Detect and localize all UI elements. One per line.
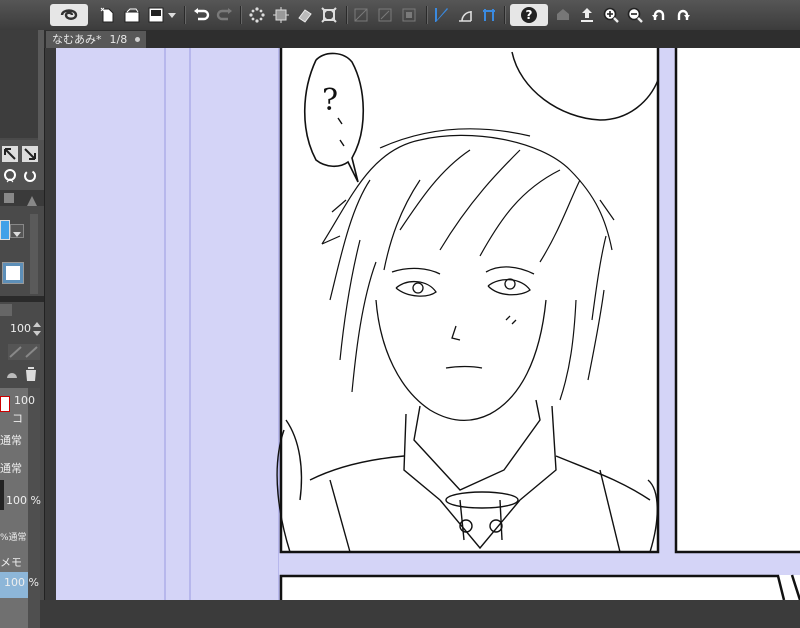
document-title: なむあみ* — [52, 33, 102, 46]
redo-icon[interactable] — [214, 4, 236, 26]
layer-toggle-buttons[interactable] — [8, 344, 40, 360]
panel-tab-triangle-icon[interactable] — [26, 192, 38, 206]
rotate-right-icon[interactable] — [672, 4, 694, 26]
panel-divider — [0, 296, 44, 302]
share-icon[interactable] — [552, 4, 574, 26]
help-icon[interactable]: ? — [510, 4, 548, 26]
snap-grid-icon[interactable] — [478, 4, 500, 26]
page-indicator: 1/8 — [109, 33, 128, 46]
layer-thumb — [0, 480, 4, 510]
left-panel: 100 100 コ 通常 通常 100 % %通常 メモ 100 % — [0, 30, 44, 628]
trash-icon[interactable] — [24, 366, 38, 382]
snap-special-ruler-icon[interactable] — [454, 4, 476, 26]
layer-panel-tab[interactable] — [0, 304, 12, 316]
main-color-box[interactable] — [2, 262, 24, 284]
open-folder-icon[interactable] — [120, 4, 144, 26]
layer-opacity: 100 % — [6, 494, 41, 507]
blend-mode: 通常 — [0, 434, 22, 447]
tool-transform-icon[interactable] — [2, 146, 18, 162]
panel-tab-icon[interactable] — [4, 193, 14, 203]
zoom-out-icon[interactable] — [624, 4, 646, 26]
layer-scrollbar[interactable] — [28, 388, 40, 628]
tool-scale-icon[interactable] — [22, 146, 38, 162]
rotate-left-icon[interactable] — [648, 4, 670, 26]
canvas-area[interactable]: ? — [56, 48, 800, 600]
opacity-stepper[interactable] — [32, 320, 42, 338]
tool-buttons — [0, 140, 44, 190]
tool-reset-icon[interactable] — [22, 168, 38, 184]
navigator-panel — [0, 30, 38, 138]
zoom-in-icon[interactable] — [600, 4, 622, 26]
command-bar: ? — [0, 0, 800, 31]
transform-icon[interactable] — [270, 4, 292, 26]
layer-name: コ — [12, 412, 23, 425]
invert-selection-icon[interactable] — [398, 4, 420, 26]
layer-mask-icon[interactable] — [0, 396, 10, 412]
blend-mode: 通常 — [0, 462, 22, 475]
selection-sparkle-icon[interactable] — [246, 4, 268, 26]
tool-rotate-icon[interactable] — [2, 168, 18, 184]
layer-opacity: 100 — [14, 394, 35, 407]
clear-selection-icon[interactable] — [350, 4, 372, 26]
dropdown-button[interactable] — [10, 224, 24, 238]
property-scrollbar[interactable] — [30, 214, 38, 294]
svg-text:?: ? — [526, 8, 533, 22]
color-swatch[interactable] — [0, 220, 10, 240]
blend-mode: %通常 — [0, 533, 27, 543]
fill-selection-icon[interactable] — [294, 4, 316, 26]
export-icon[interactable] — [576, 4, 598, 26]
layer-opacity: 100 % — [4, 576, 39, 589]
document-tab-bar: なむあみ* 1/8 — [44, 30, 800, 48]
document-tab[interactable]: なむあみ* 1/8 — [46, 31, 146, 48]
app-logo-icon[interactable] — [50, 4, 88, 26]
undo-icon[interactable] — [190, 4, 212, 26]
speech-text: ? — [322, 83, 338, 118]
snap-ruler-icon[interactable] — [430, 4, 452, 26]
crop-icon[interactable] — [374, 4, 396, 26]
manga-page: ? — [164, 48, 800, 600]
save-icon[interactable] — [146, 4, 166, 26]
save-dropdown-icon[interactable] — [166, 4, 178, 26]
close-dot-icon[interactable] — [135, 37, 140, 42]
layer-name: メモ — [0, 556, 22, 569]
new-page-icon[interactable] — [96, 4, 118, 26]
panel-tabs — [0, 190, 44, 206]
scale-selection-icon[interactable] — [318, 4, 340, 26]
opacity-value[interactable]: 100 — [10, 322, 31, 335]
layer-lock-icon[interactable] — [4, 366, 20, 382]
